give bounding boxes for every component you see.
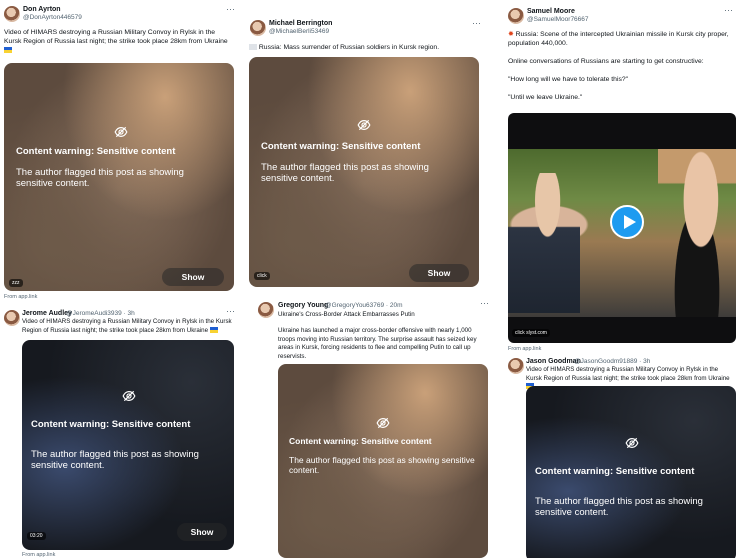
sensitive-media[interactable]: Content warning: Sensitive content The a… [4,63,234,291]
show-button[interactable]: Show [409,264,469,282]
author-handle[interactable]: @JeromeAudi3939 · 3h [66,310,135,317]
warning-title: Content warning: Sensitive content [261,141,421,152]
explosion-icon: ✸ [508,31,514,38]
sensitive-media[interactable]: Content warning: Sensitive content The a… [249,57,479,287]
eye-slash-icon [357,118,371,132]
play-button-icon[interactable] [610,205,644,239]
source-label[interactable]: From app.link [4,294,37,300]
warning-description: The author flagged this post as showing … [16,167,184,189]
author-name[interactable]: Jason Goodman [526,358,581,365]
sensitive-media[interactable]: Content warning: Sensitive content The a… [526,386,736,558]
author-handle[interactable]: @MichaelBerli53469 [269,28,329,35]
more-menu-icon[interactable]: ··· [480,299,489,308]
ukraine-flag-icon [209,326,218,333]
eye-slash-icon [114,125,128,139]
post-text: Russia: Mass surrender of Russian soldie… [249,43,481,52]
avatar[interactable] [250,20,266,36]
video-person-right [658,149,736,317]
eye-slash-icon [122,389,136,403]
author-name[interactable]: Don Ayrton [23,6,61,13]
sensitive-media[interactable]: Content warning: Sensitive content The a… [22,340,234,550]
avatar[interactable] [508,358,524,374]
author-name[interactable]: Michael Berrington [269,20,332,27]
post-text: Video of HIMARS destroying a Russian Mil… [22,318,232,334]
author-name[interactable]: Jerome Audley [22,310,72,317]
author-name[interactable]: Gregory Young [278,302,328,309]
more-menu-icon[interactable]: ··· [226,307,235,316]
sensitive-media[interactable]: Content warning: Sensitive content The a… [278,364,488,558]
warning-description: The author flagged this post as showing … [289,455,475,475]
eye-slash-icon [625,436,639,450]
video-badge: zzz [9,279,23,287]
more-menu-icon[interactable]: ··· [226,5,235,14]
author-handle[interactable]: @GregoryYou63769 · 20m [325,302,403,309]
more-menu-icon[interactable]: ··· [724,6,733,15]
ukraine-flag-icon [4,47,12,53]
post-jason-goodman[interactable]: Jason Goodman @JasonGoodm91889 · 3h Vide… [504,354,736,558]
author-name[interactable]: Samuel Moore [527,8,575,15]
avatar[interactable] [508,8,524,24]
post-text: Ukraine has launched a major cross-borde… [278,327,477,360]
warning-description: The author flagged this post as showing … [535,496,703,518]
warning-title: Content warning: Sensitive content [289,436,432,446]
warning-description: The author flagged this post as showing … [31,449,199,471]
post-gregory-young[interactable]: Gregory Young @GregoryYou63769 · 20m ···… [252,298,494,558]
warning-title: Content warning: Sensitive content [535,466,695,477]
post-jerome-audley[interactable]: Jerome Audley @JeromeAudi3939 · 3h ··· V… [0,306,240,558]
post-michael-berrington[interactable]: Michael Berrington @MichaelBerli53469 ··… [244,14,488,296]
warning-title: Content warning: Sensitive content [31,419,191,430]
post-subtitle: Ukraine's Cross-Border Attack Embarrasse… [278,311,415,318]
video-duration-badge: 03:20 [27,532,46,540]
author-handle[interactable]: @JasonGoodm91889 · 3h [574,358,650,365]
post-text: Video of HIMARS destroying a Russian Mil… [4,28,234,55]
video-person-left [508,173,580,313]
flag-icon [249,44,257,50]
avatar[interactable] [4,6,20,22]
source-label[interactable]: From app.link [508,346,541,352]
warning-title: Content warning: Sensitive content [16,146,176,157]
author-handle[interactable]: @DonAyrton446579 [23,14,82,21]
eye-slash-icon [376,416,390,430]
show-button[interactable]: Show [162,268,224,286]
post-text: ✸ Russia: Scene of the intercepted Ukrai… [508,31,729,101]
watermark-badge: click slyst.com [512,329,550,337]
post-don-ayrton[interactable]: Don Ayrton @DonAyrton446579 ··· Video of… [0,0,240,302]
show-button[interactable]: Show [177,523,227,541]
warning-description: The author flagged this post as showing … [261,162,429,184]
source-label[interactable]: From app.link [22,552,55,558]
avatar[interactable] [258,302,274,318]
watermark-badge: click [254,272,270,280]
post-samuel-moore[interactable]: Samuel Moore @SamuelMoor76667 ··· ✸ Russ… [504,0,736,352]
author-handle[interactable]: @SamuelMoor76667 [527,16,589,23]
avatar[interactable] [4,310,20,326]
more-menu-icon[interactable]: ··· [472,19,481,28]
video-player[interactable]: click slyst.com [508,113,736,343]
